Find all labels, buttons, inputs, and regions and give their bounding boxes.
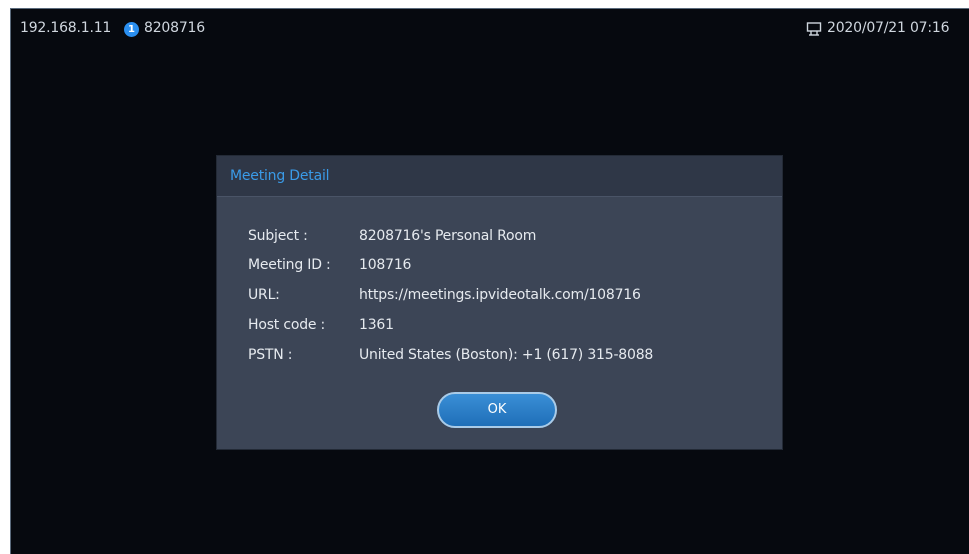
host-code-value: 1361 bbox=[359, 317, 394, 333]
account-1-icon: 1 bbox=[124, 22, 139, 37]
meeting-id-value: 108716 bbox=[359, 257, 412, 273]
ip-address: 192.168.1.11 bbox=[20, 20, 112, 36]
url-label: URL: bbox=[248, 287, 280, 303]
dialog-title: Meeting Detail bbox=[230, 168, 330, 184]
meeting-icon bbox=[806, 22, 822, 36]
date-time: 2020/07/21 07:16 bbox=[827, 20, 950, 36]
account-number: 8208716 bbox=[144, 20, 205, 36]
status-bar: 192.168.1.11 1 8208716 2020/07/21 07:16 bbox=[11, 9, 969, 41]
dialog-header: Meeting Detail bbox=[217, 156, 782, 197]
pstn-value: United States (Boston): +1 (617) 315-808… bbox=[359, 347, 654, 363]
subject-label: Subject : bbox=[248, 228, 308, 244]
subject-value: 8208716's Personal Room bbox=[359, 228, 537, 244]
device-screen: 192.168.1.11 1 8208716 2020/07/21 07:16 … bbox=[10, 8, 969, 554]
host-code-label: Host code : bbox=[248, 317, 326, 333]
ok-button[interactable]: OK bbox=[437, 392, 557, 428]
meeting-detail-dialog: Meeting Detail Subject : 8208716's Perso… bbox=[216, 155, 783, 450]
meeting-id-label: Meeting ID : bbox=[248, 257, 331, 273]
url-value: https://meetings.ipvideotalk.com/108716 bbox=[359, 287, 641, 303]
pstn-label: PSTN : bbox=[248, 347, 293, 363]
